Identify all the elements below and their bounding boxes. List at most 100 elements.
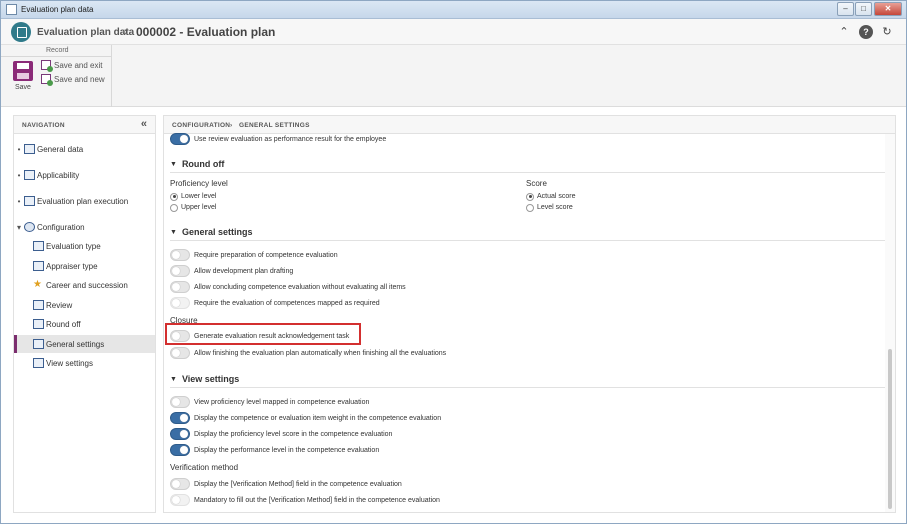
radio-label: Level score bbox=[537, 204, 573, 211]
calculator-icon bbox=[33, 319, 44, 329]
toggle-label: Require the evaluation of competences ma… bbox=[194, 299, 380, 307]
nav-item-round-off[interactable]: Round off bbox=[14, 315, 155, 333]
ribbon-divider bbox=[111, 45, 112, 107]
navigation-panel: NAVIGATION « • General data • Applicabil… bbox=[13, 115, 156, 513]
radio-button[interactable] bbox=[170, 203, 178, 212]
section-divider bbox=[170, 172, 885, 173]
toggle-switch[interactable] bbox=[170, 412, 190, 424]
app-window: Evaluation plan data – □ ✕ Evaluation pl… bbox=[0, 0, 907, 524]
toggle-row-display-weight[interactable]: Display the competence or evaluation ite… bbox=[170, 411, 441, 425]
toggle-switch[interactable] bbox=[170, 428, 190, 440]
refresh-icon[interactable]: ↻ bbox=[880, 25, 894, 39]
toggle-row-display-proficiency-score[interactable]: Display the proficiency level score in t… bbox=[170, 427, 392, 441]
nav-item-label: Applicability bbox=[37, 170, 80, 180]
radio-actual-score[interactable]: Actual score bbox=[526, 191, 576, 202]
nav-item-applicability[interactable]: • Applicability bbox=[14, 166, 155, 184]
ribbon-group-divider bbox=[1, 56, 111, 57]
toggle-switch[interactable] bbox=[170, 494, 190, 506]
score-label: Score bbox=[526, 179, 547, 188]
star-icon: ★ bbox=[33, 279, 42, 290]
toggle-switch[interactable] bbox=[170, 265, 190, 277]
save-and-exit-label: Save and exit bbox=[54, 60, 103, 70]
close-button[interactable]: ✕ bbox=[874, 2, 902, 16]
radio-button[interactable] bbox=[526, 203, 534, 212]
toggle-row-mandatory-verification-method[interactable]: Mandatory to fill out the [Verification … bbox=[170, 493, 440, 507]
save-button-label[interactable]: Save bbox=[15, 84, 31, 91]
radio-button[interactable] bbox=[526, 192, 534, 201]
nav-item-general-settings[interactable]: General settings bbox=[14, 335, 155, 353]
module-logo-icon bbox=[11, 22, 31, 42]
toggle-row-view-proficiency-mapped[interactable]: View proficiency level mapped in compete… bbox=[170, 395, 369, 409]
toggle-row-require-evaluation-required[interactable]: Require the evaluation of competences ma… bbox=[170, 296, 380, 310]
execution-icon bbox=[24, 196, 35, 206]
settings-icon bbox=[33, 339, 44, 349]
toggle-label: Require preparation of competence evalua… bbox=[194, 251, 338, 259]
highlight-box bbox=[165, 323, 361, 345]
section-header-round-off[interactable]: ▼ Round off bbox=[170, 157, 224, 171]
toggle-switch[interactable] bbox=[170, 249, 190, 261]
ribbon-group-label: Record bbox=[46, 47, 69, 54]
caret-down-icon: ▼ bbox=[170, 375, 177, 383]
toggle-switch[interactable] bbox=[170, 444, 190, 456]
toggle-row-display-verification-method[interactable]: Display the [Verification Method] field … bbox=[170, 477, 402, 491]
save-icon[interactable] bbox=[13, 61, 33, 81]
toggle-row-display-performance-level[interactable]: Display the performance level in the com… bbox=[170, 443, 379, 457]
collapse-up-icon[interactable]: ⌃ bbox=[837, 25, 851, 39]
nav-item-career-and-succession[interactable]: ★ Career and succession bbox=[14, 276, 155, 294]
toggle-label: Mandatory to fill out the [Verification … bbox=[194, 496, 440, 504]
toggle-label: Allow concluding competence evaluation w… bbox=[194, 283, 406, 291]
nav-item-label: General data bbox=[37, 144, 84, 154]
help-icon[interactable]: ? bbox=[859, 25, 873, 39]
record-header: Evaluation plan data › 000002 - Evaluati… bbox=[1, 19, 906, 45]
minimize-button[interactable]: – bbox=[837, 2, 854, 16]
save-and-new-button[interactable]: Save and new bbox=[41, 73, 105, 86]
toggle-switch[interactable] bbox=[170, 133, 190, 145]
toggle-row-allow-finishing-automatically[interactable]: Allow finishing the evaluation plan auto… bbox=[170, 346, 446, 360]
ribbon-toolbar: Record Save Save and exit Save and new bbox=[1, 45, 906, 107]
breadcrumb-general-settings: GENERAL SETTINGS bbox=[239, 122, 310, 129]
toggle-switch[interactable] bbox=[170, 478, 190, 490]
radio-label: Actual score bbox=[537, 193, 576, 200]
toggle-switch[interactable] bbox=[170, 396, 190, 408]
nav-item-evaluation-type[interactable]: Evaluation type bbox=[14, 237, 155, 255]
radio-upper-level[interactable]: Upper level bbox=[170, 202, 216, 213]
maximize-button[interactable]: □ bbox=[855, 2, 872, 16]
toggle-switch[interactable] bbox=[170, 281, 190, 293]
nav-item-label: View settings bbox=[46, 358, 93, 368]
breadcrumb-configuration[interactable]: CONFIGURATION bbox=[172, 122, 230, 129]
nav-item-review[interactable]: Review bbox=[14, 296, 155, 314]
toggle-row-allow-development-plan[interactable]: Allow development plan drafting bbox=[170, 264, 293, 278]
window-app-icon bbox=[6, 4, 17, 15]
gear-icon bbox=[24, 222, 35, 232]
nav-item-label: General settings bbox=[46, 339, 105, 349]
toggle-row-allow-concluding[interactable]: Allow concluding competence evaluation w… bbox=[170, 280, 406, 294]
radio-lower-level[interactable]: Lower level bbox=[170, 191, 216, 202]
expand-caret-icon[interactable]: ▾ bbox=[14, 223, 24, 232]
save-and-exit-button[interactable]: Save and exit bbox=[41, 59, 103, 72]
scrollbar-thumb[interactable] bbox=[888, 349, 892, 509]
toggle-row-use-review[interactable]: Use review evaluation as performance res… bbox=[170, 132, 386, 146]
section-header-view-settings[interactable]: ▼ View settings bbox=[170, 372, 239, 386]
radio-label: Lower level bbox=[181, 193, 217, 200]
section-title: General settings bbox=[181, 227, 253, 237]
radio-button[interactable] bbox=[170, 192, 178, 201]
nav-item-appraiser-type[interactable]: Appraiser type bbox=[14, 257, 155, 275]
nav-item-label: Round off bbox=[46, 319, 81, 329]
section-header-general-settings[interactable]: ▼ General settings bbox=[170, 225, 252, 239]
toggle-switch[interactable] bbox=[170, 347, 190, 359]
collapse-navigation-icon[interactable]: « bbox=[141, 118, 147, 130]
navigation-title: NAVIGATION bbox=[22, 122, 65, 129]
toggle-row-require-preparation[interactable]: Require preparation of competence evalua… bbox=[170, 248, 338, 262]
vertical-scrollbar[interactable] bbox=[885, 134, 895, 512]
toggle-switch[interactable] bbox=[170, 297, 190, 309]
nav-item-configuration[interactable]: ▾ Configuration bbox=[14, 218, 155, 236]
nav-item-evaluation-plan-execution[interactable]: • Evaluation plan execution bbox=[14, 192, 155, 210]
radio-level-score[interactable]: Level score bbox=[526, 202, 573, 213]
nav-item-view-settings[interactable]: View settings bbox=[14, 354, 155, 372]
section-title: View settings bbox=[181, 374, 240, 384]
toggle-label: Display the performance level in the com… bbox=[194, 446, 380, 454]
title-bar: Evaluation plan data – □ ✕ bbox=[1, 1, 906, 19]
nav-item-label: Evaluation plan execution bbox=[37, 196, 129, 206]
nav-item-general-data[interactable]: • General data bbox=[14, 140, 155, 158]
save-and-new-label: Save and new bbox=[54, 74, 105, 84]
